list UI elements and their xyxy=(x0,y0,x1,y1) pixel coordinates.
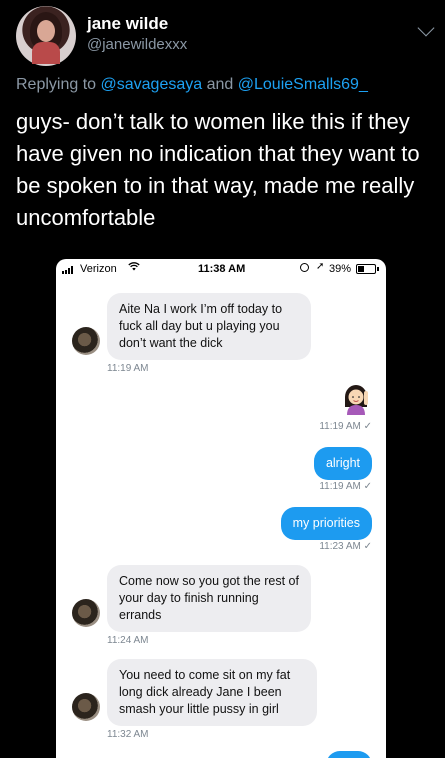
replying-to-line: Replying to @savagesaya and @LouieSmalls… xyxy=(16,76,368,94)
avatar-face xyxy=(37,20,55,42)
and-label: and xyxy=(206,76,234,93)
message-bubble-incoming[interactable]: Aite Na I work I’m off today to fuck all… xyxy=(107,293,311,360)
signal-icon xyxy=(62,266,73,274)
tweet-header: jane wilde @janewildexxx xyxy=(16,6,436,68)
rotation-lock-icon xyxy=(300,263,309,272)
carrier-label: Verizon xyxy=(80,263,117,275)
replying-to-label: Replying to xyxy=(16,76,97,93)
avatar-body xyxy=(32,42,60,64)
user-handle[interactable]: @janewildexxx xyxy=(87,36,187,53)
read-check-icon: ✓ xyxy=(363,481,372,492)
phone-status-bar: Verizon 11:38 AM ➚ 39% xyxy=(56,259,386,281)
battery-fill xyxy=(358,266,364,272)
sender-avatar[interactable] xyxy=(72,599,100,627)
message-bubble-incoming[interactable]: Come now so you got the rest of your day… xyxy=(107,565,311,632)
message-timestamp: 11:19 AM ✓ xyxy=(319,421,372,432)
message-timestamp: 11:23 AM ✓ xyxy=(319,541,372,552)
wifi-icon xyxy=(128,262,140,274)
location-arrow-icon: ➚ xyxy=(316,261,325,272)
message-bubble-incoming[interactable]: You need to come sit on my fat long dick… xyxy=(107,659,317,726)
message-bubble-outgoing[interactable]: my priorities xyxy=(280,507,372,540)
sender-avatar[interactable] xyxy=(72,693,100,721)
tweet-text: guys- don’t talk to women like this if t… xyxy=(16,109,420,230)
message-timestamp: 11:19 AM ✓ xyxy=(319,481,372,492)
battery-percent: 39% xyxy=(329,263,352,275)
read-check-icon: ✓ xyxy=(363,421,372,432)
battery-tip xyxy=(377,267,379,271)
sender-avatar[interactable] xyxy=(72,327,100,355)
message-timestamp: 11:24 AM xyxy=(107,635,149,646)
display-name[interactable]: jane wilde xyxy=(87,14,168,34)
mention-link-1[interactable]: @savagesaya xyxy=(101,76,203,93)
message-bubble-outgoing-partial[interactable] xyxy=(326,751,372,758)
read-check-icon: ✓ xyxy=(363,541,372,552)
message-bubble-outgoing[interactable]: alright xyxy=(313,447,372,480)
battery-icon xyxy=(356,264,376,274)
message-timestamp: 11:32 AM xyxy=(107,729,149,740)
embedded-screenshot[interactable]: Verizon 11:38 AM ➚ 39% Aite Na I work I’… xyxy=(56,259,386,758)
chevron-down-icon[interactable] xyxy=(417,19,435,37)
message-timestamp: 11:19 AM xyxy=(107,363,149,374)
mention-link-2[interactable]: @LouieSmalls69_ xyxy=(238,76,368,93)
woman-raising-hand-emoji xyxy=(342,383,372,415)
status-time: 11:38 AM xyxy=(198,263,246,275)
avatar[interactable] xyxy=(16,6,76,66)
